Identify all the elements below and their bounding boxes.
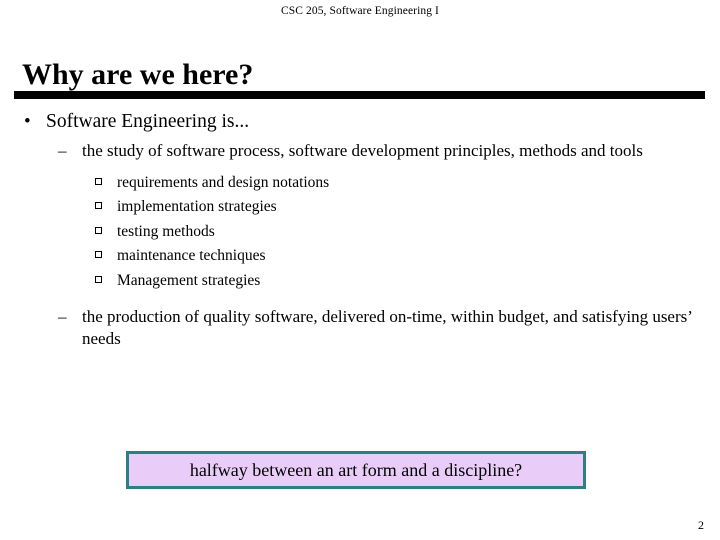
list-item: maintenance techniques	[0, 244, 720, 269]
definition-2-text: the production of quality software, deli…	[82, 307, 692, 348]
bullet-dash-icon: –	[58, 141, 67, 160]
list-item: requirements and design notations	[0, 171, 720, 196]
callout-box: halfway between an art form and a discip…	[126, 451, 586, 489]
bullet-square-icon	[95, 226, 102, 234]
list-item-label: Management strategies	[117, 271, 261, 289]
list-item: implementation strategies	[0, 195, 720, 220]
bullet-square-icon	[95, 177, 102, 185]
list-item-label: maintenance techniques	[117, 247, 266, 264]
bullet-square-icon	[95, 275, 102, 283]
slide-body: • Software Engineering is... – the study…	[0, 105, 720, 349]
slide-running-header: CSC 205, Software Engineering I	[280, 5, 439, 17]
page-title: Why are we here?	[22, 58, 254, 92]
bullet-level2-definition-2: – the production of quality software, de…	[0, 306, 720, 349]
bullet-dot-icon: •	[24, 111, 31, 132]
list-item-label: testing methods	[117, 222, 215, 240]
definition-1-text: the study of software process, software …	[82, 141, 643, 160]
bullet-level1-label: Software Engineering is...	[46, 111, 250, 132]
bullet-square-icon	[95, 251, 102, 258]
list-item-label: implementation strategies	[117, 198, 277, 215]
list-item-label: requirements and design notations	[117, 173, 330, 191]
bullet-dash-icon: –	[58, 307, 67, 326]
list-item: Management strategies	[0, 269, 720, 294]
bullet-level1: • Software Engineering is...	[0, 108, 720, 135]
callout-text: halfway between an art form and a discip…	[189, 460, 523, 480]
sub-item-list: requirements and design notations implem…	[0, 171, 720, 294]
page-number: 2	[698, 518, 704, 532]
bullet-level2-definition-1: – the study of software process, softwar…	[0, 140, 720, 162]
title-divider	[14, 91, 705, 99]
list-item: testing methods	[0, 220, 720, 245]
bullet-square-icon	[95, 202, 102, 209]
slide: CSC 205, Software Engineering I Why are …	[0, 0, 720, 540]
